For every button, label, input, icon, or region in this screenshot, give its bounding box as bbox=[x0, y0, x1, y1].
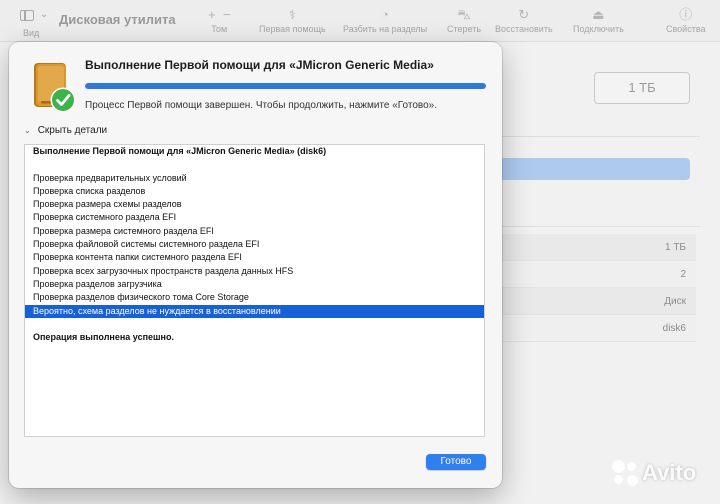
hide-details-toggle[interactable]: ⌄ Скрыть детали bbox=[24, 125, 107, 136]
toolbar: ⌄ Вид Дисковая утилита + − Том ⚕ Первая … bbox=[0, 0, 720, 42]
restore-icon: ↻ bbox=[518, 7, 530, 22]
chevron-down-icon[interactable]: ⌄ bbox=[40, 9, 48, 20]
info-row-capacity: 1 ТБ bbox=[500, 234, 696, 261]
first-aid-label: Первая помощь bbox=[259, 24, 326, 34]
info-row-type: Диск bbox=[500, 288, 696, 315]
log-line[interactable]: Проверка размера схемы разделов bbox=[25, 198, 484, 211]
progress-bar bbox=[85, 83, 486, 89]
log-line[interactable]: Проверка всех загрузочных пространств ра… bbox=[25, 265, 484, 278]
info-label: Свойства bbox=[666, 24, 706, 34]
log-line[interactable]: Проверка файловой системы системного раз… bbox=[25, 238, 484, 251]
log-line-selected[interactable]: Вероятно, схема разделов не нуждается в … bbox=[25, 304, 484, 318]
log-output[interactable]: Выполнение Первой помощи для «JMicron Ge… bbox=[24, 144, 485, 437]
dialog-title: Выполнение Первой помощи для «JMicron Ge… bbox=[85, 58, 434, 72]
pie-chart-icon: ◔ bbox=[381, 7, 389, 22]
car-erase-icon: ⛍ bbox=[457, 7, 471, 22]
info-row-children: 2 bbox=[500, 261, 696, 288]
log-line[interactable]: Выполнение Первой помощи для «JMicron Ge… bbox=[25, 145, 484, 158]
first-aid-dialog: Выполнение Первой помощи для «JMicron Ge… bbox=[9, 42, 502, 488]
avito-logo-icon bbox=[612, 460, 638, 486]
status-message: Процесс Первой помощи завершен. Чтобы пр… bbox=[85, 100, 438, 111]
eject-icon: ⏏ bbox=[592, 7, 605, 22]
sidebar-toggle-icon[interactable] bbox=[20, 10, 34, 21]
app-title: Дисковая утилита bbox=[59, 12, 176, 27]
divider bbox=[500, 226, 700, 227]
progress-bar-fill bbox=[85, 83, 486, 89]
stethoscope-icon: ⚕ bbox=[288, 7, 296, 22]
log-line[interactable]: Проверка разделов физического тома Core … bbox=[25, 291, 484, 304]
log-line[interactable]: Проверка предварительных условий bbox=[25, 172, 484, 185]
info-icon: ⓘ bbox=[679, 7, 693, 22]
hide-details-label: Скрыть детали bbox=[37, 125, 108, 136]
info-row-device: disk6 bbox=[500, 315, 696, 342]
log-line[interactable]: Проверка размера системного раздела EFI bbox=[25, 225, 484, 238]
erase-label: Стереть bbox=[447, 24, 482, 34]
first-aid-button[interactable]: ⚕ Первая помощь bbox=[259, 6, 326, 34]
plus-minus-icon: + − bbox=[208, 7, 231, 22]
chevron-down-icon: ⌄ bbox=[24, 126, 31, 135]
volume-button[interactable]: + − Том bbox=[208, 6, 230, 34]
done-button[interactable]: Готово bbox=[426, 454, 486, 470]
erase-button[interactable]: ⛍ Стереть bbox=[447, 6, 481, 34]
mount-label: Подключить bbox=[573, 24, 624, 34]
view-label: Вид bbox=[23, 28, 40, 38]
partition-label: Разбить на разделы bbox=[343, 24, 428, 34]
mount-button[interactable]: ⏏ Подключить bbox=[573, 6, 624, 34]
volume-label: Том bbox=[211, 24, 228, 34]
divider bbox=[500, 136, 700, 137]
checkmark-circle bbox=[52, 89, 74, 111]
restore-label: Восстановить bbox=[495, 24, 553, 34]
log-line[interactable] bbox=[25, 158, 484, 171]
usage-bar bbox=[500, 158, 690, 180]
disk-size-display: 1 ТБ bbox=[594, 72, 690, 104]
avito-watermark: Avito bbox=[612, 460, 696, 486]
info-button[interactable]: ⓘ Свойства bbox=[666, 6, 706, 34]
log-line[interactable]: Операция выполнена успешно. bbox=[25, 331, 484, 344]
log-line[interactable] bbox=[25, 318, 484, 331]
watermark-text: Avito bbox=[642, 460, 697, 485]
disk-info-table: 1 ТБ 2 Диск disk6 bbox=[500, 234, 696, 342]
log-line[interactable]: Проверка контента папки системного разде… bbox=[25, 251, 484, 264]
external-disk-icon bbox=[34, 63, 76, 113]
restore-button[interactable]: ↻ Восстановить bbox=[495, 6, 553, 34]
log-line[interactable]: Проверка списка разделов bbox=[25, 185, 484, 198]
log-line[interactable]: Проверка системного раздела EFI bbox=[25, 211, 484, 224]
log-line[interactable]: Проверка разделов загрузчика bbox=[25, 278, 484, 291]
partition-button[interactable]: ◔ Разбить на разделы bbox=[343, 6, 427, 34]
